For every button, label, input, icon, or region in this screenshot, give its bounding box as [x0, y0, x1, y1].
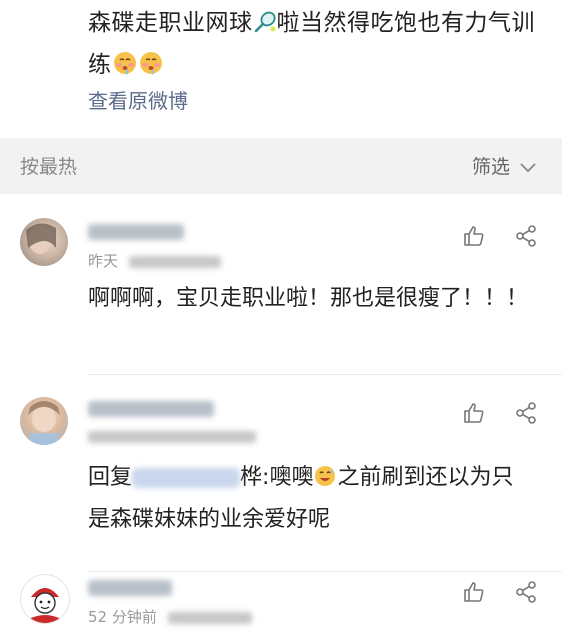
post-text: 森碟走职业网球 啦当然得吃饱也有力气训练 [88, 4, 538, 88]
mention-blurred[interactable] [132, 468, 241, 488]
sort-by-hot-label[interactable]: 按最热 [20, 154, 77, 180]
comment-actions [462, 580, 538, 604]
filter-label: 筛选 [471, 156, 510, 178]
time-location-blurred [88, 430, 256, 443]
mention-tail[interactable]: 桦 [240, 465, 262, 490]
comment-actions [462, 401, 538, 425]
like-icon[interactable] [462, 580, 486, 604]
location-blurred [128, 255, 221, 268]
username-blurred[interactable] [88, 580, 172, 596]
comment-time: 52 分钟前 [88, 608, 157, 626]
comment-item: 52 分钟前 [0, 572, 562, 640]
comment-item: 回复 桦:噢噢 之前刷到还以为只是森碟妹妹的业余爱好呢 [0, 375, 562, 571]
sweat-smile-icon [313, 463, 337, 501]
comment-time: 昨天 [88, 252, 119, 270]
comment-item: 昨天 啊啊啊，宝贝走职业啦！那也是很瘦了！！！ [0, 194, 562, 374]
post-text-main: 森碟走职业网球 [88, 10, 253, 36]
comment-list: 昨天 啊啊啊，宝贝走职业啦！那也是很瘦了！！！ 回复 桦:噢噢 之前刷到还以为只是森… [0, 194, 562, 640]
view-original-post-link[interactable]: 查看原微博 [88, 86, 188, 116]
like-icon[interactable] [462, 401, 486, 425]
avatar[interactable] [20, 218, 68, 266]
like-icon[interactable] [462, 224, 486, 248]
share-icon[interactable] [514, 224, 538, 248]
filter-button[interactable]: 筛选 [472, 154, 536, 180]
username-blurred[interactable] [88, 401, 214, 417]
original-post-card: 森碟走职业网球 啦当然得吃饱也有力气训练 查看原微博 [0, 0, 562, 138]
comment-text: 回复 桦:噢噢 之前刷到还以为只是森碟妹妹的业余爱好呢 [88, 459, 528, 539]
avatar[interactable] [20, 574, 70, 624]
share-icon[interactable] [514, 401, 538, 425]
reply-body-1: :噢噢 [262, 465, 314, 490]
comment-text: 啊啊啊，宝贝走职业啦！那也是很瘦了！！！ [88, 286, 529, 311]
reply-prefix: 回复 [88, 465, 133, 490]
share-icon[interactable] [514, 580, 538, 604]
location-blurred [167, 611, 252, 624]
avatar[interactable] [20, 397, 68, 445]
comment-meta [88, 427, 256, 445]
comment-meta: 52 分钟前 [88, 606, 252, 627]
drooling-face-icon [138, 50, 164, 88]
comment-meta: 昨天 [88, 250, 221, 271]
tennis-racket-icon [253, 8, 277, 46]
username-blurred[interactable] [88, 224, 184, 240]
comment-actions [462, 224, 538, 248]
drooling-face-icon [112, 50, 138, 88]
chevron-down-icon [520, 154, 536, 180]
